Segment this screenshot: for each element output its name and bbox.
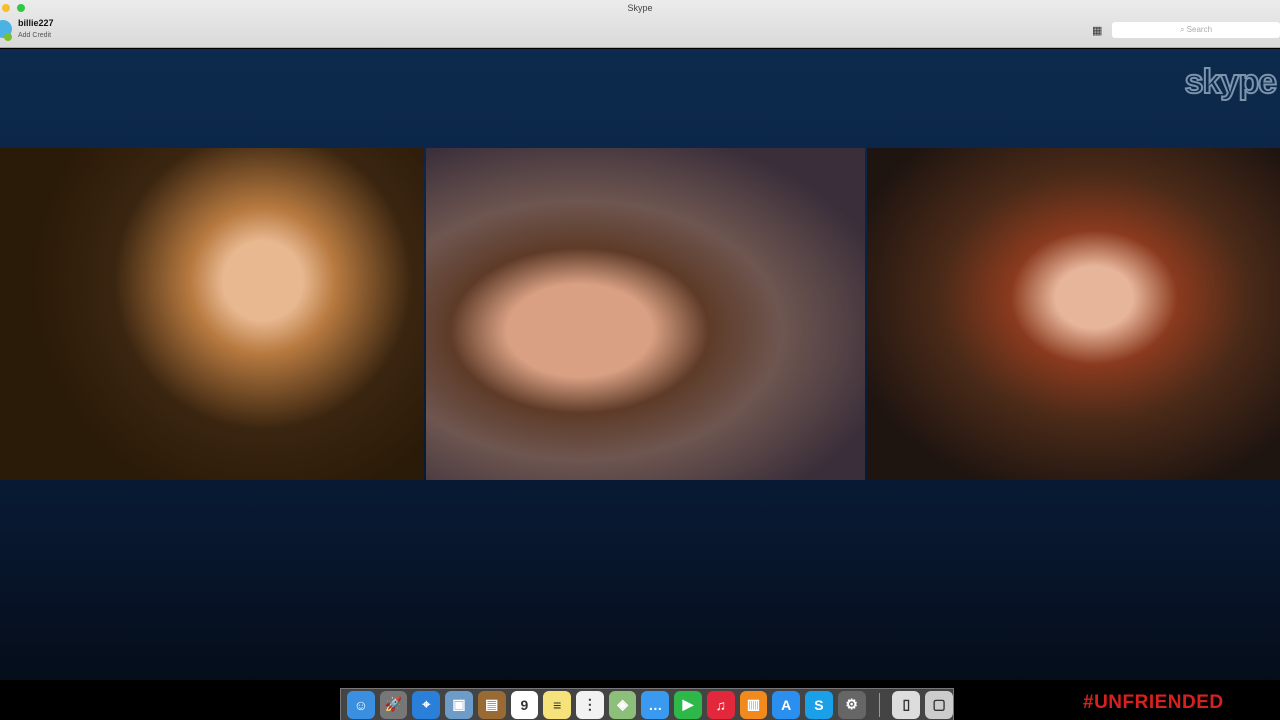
video-tile-participant-3[interactable] — [867, 148, 1280, 480]
dock-reminders-icon[interactable]: ⋮ — [576, 690, 604, 719]
dock-notes-icon[interactable]: ≡ — [543, 690, 572, 719]
dock-launchpad-icon[interactable]: 🚀 — [379, 690, 408, 719]
dock-app-store-icon[interactable]: A — [772, 690, 801, 719]
dock-skype-icon[interactable]: S — [805, 690, 833, 719]
search-input[interactable]: ⌕ Search — [1112, 22, 1280, 38]
dock-itunes-icon[interactable]: ♫ — [706, 690, 735, 719]
search-icon: ⌕ — [1179, 25, 1187, 34]
dock-ibooks-icon[interactable]: ▥ — [739, 690, 768, 719]
video-tile-participant-1[interactable] — [0, 148, 424, 480]
dock-documents-icon[interactable]: ▯ — [892, 690, 921, 719]
dock-separator — [878, 692, 880, 717]
dock-contacts-icon[interactable]: ▤ — [477, 690, 506, 719]
dock-safari-icon[interactable]: ⌖ — [412, 690, 441, 719]
title-bar: Skype billie227 Add Credit ▦ ⌕ Search — [0, 0, 1280, 48]
skype-logo: skype — [1184, 62, 1278, 102]
dock-system-preferences-icon[interactable]: ⚙ — [837, 690, 866, 719]
call-stage: skype — [0, 49, 1280, 680]
dock-maps-icon[interactable]: ◈ — [608, 690, 637, 719]
username[interactable]: billie227 — [18, 18, 54, 28]
dock-finder-icon[interactable]: ☺ — [347, 690, 375, 719]
dialpad-icon[interactable]: ▦ — [1092, 24, 1102, 37]
dock-trash-icon[interactable]: ▢ — [925, 690, 953, 719]
dock-calendar-icon[interactable]: 9 — [510, 690, 539, 719]
video-tile-participant-2[interactable] — [426, 148, 865, 480]
online-status-icon — [4, 33, 12, 41]
dock-messages-icon[interactable]: … — [641, 690, 670, 719]
unfriended-watermark: #UNFRIENDED — [1083, 692, 1224, 713]
dock: ☺ 🚀 ⌖ ▣ ▤ 9 ≡ ⋮ ◈… ▶ ♫ ▥ A S ⚙ ▯ ▢ — [340, 688, 954, 720]
search-placeholder: Search — [1186, 25, 1213, 34]
dock-facetime-icon[interactable]: ▶ — [674, 690, 702, 719]
window-title: Skype — [627, 3, 653, 13]
dock-preview-icon[interactable]: ▣ — [445, 690, 473, 719]
add-credit-link[interactable]: Add Credit — [18, 32, 51, 39]
